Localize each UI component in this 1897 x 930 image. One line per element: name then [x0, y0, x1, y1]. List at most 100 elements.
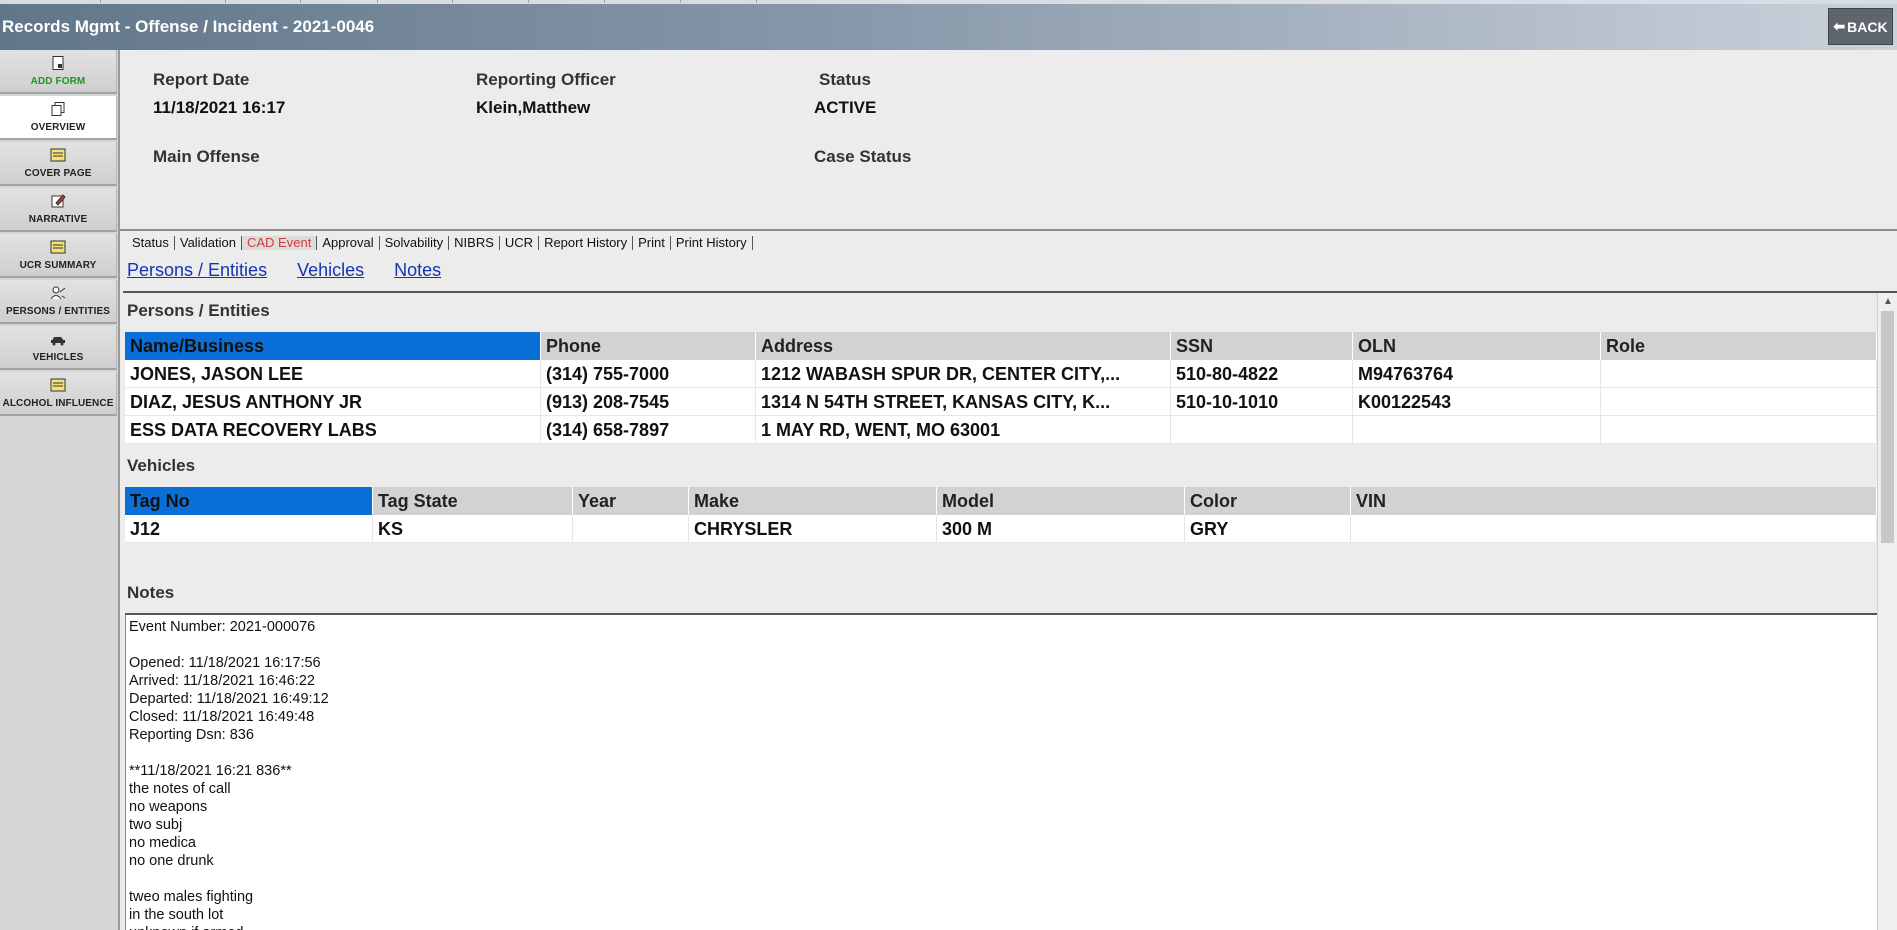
- sidebar-item-label: NARRATIVE: [28, 213, 88, 225]
- cell-name: JONES, JASON LEE: [125, 360, 541, 388]
- cell-address: 1 MAY RD, WENT, MO 63001: [756, 416, 1171, 444]
- link-persons-entities[interactable]: Persons / Entities: [127, 260, 267, 281]
- notes-text[interactable]: Event Number: 2021-000076 Opened: 11/18/…: [125, 613, 1877, 930]
- cell-phone: (314) 755-7000: [541, 360, 756, 388]
- sidebar-item-label: PERSONS / ENTITIES: [5, 305, 111, 317]
- sidebar-item-ucr-summary[interactable]: UCR SUMMARY: [0, 234, 117, 278]
- col-address[interactable]: Address: [756, 332, 1171, 360]
- cell-tag-no: J12: [125, 515, 373, 543]
- vehicles-section-title: Vehicles: [127, 456, 196, 475]
- col-tag-no[interactable]: Tag No: [125, 487, 373, 515]
- cell-oln: K00122543: [1353, 388, 1601, 416]
- tab-nibrs[interactable]: NIBRS: [449, 236, 500, 250]
- cell-model: 300 M: [937, 515, 1185, 543]
- app-window: Records Mgmt - Offense / Incident - 2021…: [0, 0, 1897, 930]
- ucr-summary-icon: [50, 240, 66, 253]
- notes-section-title: Notes: [127, 583, 175, 602]
- status-label: Status: [819, 70, 871, 89]
- main-offense-label: Main Offense: [153, 147, 260, 166]
- sidebar-item-label: OVERVIEW: [30, 121, 86, 133]
- narrative-icon: [51, 193, 66, 207]
- col-year[interactable]: Year: [573, 487, 689, 515]
- col-oln[interactable]: OLN: [1353, 332, 1601, 360]
- back-button-label: BACK: [1847, 18, 1888, 35]
- table-row[interactable]: DIAZ, JESUS ANTHONY JR (913) 208-7545 13…: [125, 388, 1877, 416]
- overview-icon: [51, 101, 65, 116]
- col-make[interactable]: Make: [689, 487, 937, 515]
- status-value: ACTIVE: [814, 98, 877, 117]
- sidebar-item-alcohol-influence[interactable]: ALCOHOL INFLUENCE: [0, 372, 117, 416]
- cell-oln: M94763764: [1353, 360, 1601, 388]
- tab-solvability[interactable]: Solvability: [380, 236, 450, 250]
- content-panel: Persons / Entities Name/Business Phone A…: [123, 293, 1877, 930]
- scroll-up-icon[interactable]: ▲: [1883, 296, 1893, 307]
- col-tag-state[interactable]: Tag State: [373, 487, 573, 515]
- table-row[interactable]: ESS DATA RECOVERY LABS (314) 658-7897 1 …: [125, 416, 1877, 444]
- sidebar-item-vehicles[interactable]: VEHICLES: [0, 326, 117, 370]
- sidebar-item-cover-page[interactable]: COVER PAGE: [0, 142, 117, 186]
- scrollbar-thumb[interactable]: [1881, 311, 1894, 543]
- sidebar-item-label: ALCOHOL INFLUENCE: [2, 397, 114, 409]
- tab-cad-event[interactable]: CAD Event: [242, 236, 318, 250]
- link-vehicles[interactable]: Vehicles: [297, 260, 364, 281]
- cell-address: 1314 N 54TH STREET, KANSAS CITY, K...: [756, 388, 1171, 416]
- cell-name: ESS DATA RECOVERY LABS: [125, 416, 541, 444]
- col-role[interactable]: Role: [1601, 332, 1877, 360]
- cell-role: [1601, 416, 1877, 444]
- sidebar-item-add-form[interactable]: ADD FORM: [0, 50, 117, 94]
- reporting-officer-label: Reporting Officer: [476, 70, 616, 89]
- report-date-value: 11/18/2021 16:17: [153, 98, 286, 117]
- sidebar-item-overview[interactable]: OVERVIEW: [0, 96, 117, 140]
- cell-phone: (314) 658-7897: [541, 416, 756, 444]
- vertical-scrollbar[interactable]: ▲: [1877, 293, 1897, 930]
- col-phone[interactable]: Phone: [541, 332, 756, 360]
- sidebar-item-label: ADD FORM: [30, 75, 86, 87]
- section-links: Persons / Entities Vehicles Notes: [127, 260, 441, 281]
- tab-approval[interactable]: Approval: [317, 236, 380, 250]
- back-button[interactable]: ⬅ BACK: [1828, 8, 1893, 45]
- persons-icon: [50, 286, 66, 299]
- tab-print[interactable]: Print: [633, 236, 671, 250]
- persons-table-header: Name/Business Phone Address SSN OLN Role: [125, 332, 1877, 360]
- col-color[interactable]: Color: [1185, 487, 1351, 515]
- col-model[interactable]: Model: [937, 487, 1185, 515]
- cell-vin: [1351, 515, 1877, 543]
- cell-tag-state: KS: [373, 515, 573, 543]
- case-status-label: Case Status: [814, 147, 912, 166]
- cell-role: [1601, 388, 1877, 416]
- report-header: Report Date 11/18/2021 16:17 Reporting O…: [120, 50, 1897, 231]
- tab-ucr[interactable]: UCR: [500, 236, 540, 250]
- cell-oln: [1353, 416, 1601, 444]
- cell-ssn: 510-80-4822: [1171, 360, 1353, 388]
- app-title: Records Mgmt - Offense / Incident - 2021…: [2, 17, 375, 36]
- col-vin[interactable]: VIN: [1351, 487, 1877, 515]
- cell-year: [573, 515, 689, 543]
- cell-address: 1212 WABASH SPUR DR, CENTER CITY,...: [756, 360, 1171, 388]
- sidebar-item-persons-entities[interactable]: PERSONS / ENTITIES: [0, 280, 117, 324]
- col-ssn[interactable]: SSN: [1171, 332, 1353, 360]
- col-name-business[interactable]: Name/Business: [125, 332, 541, 360]
- alcohol-icon: [50, 378, 66, 391]
- table-row[interactable]: JONES, JASON LEE (314) 755-7000 1212 WAB…: [125, 360, 1877, 388]
- link-notes[interactable]: Notes: [394, 260, 441, 281]
- sidebar-item-narrative[interactable]: NARRATIVE: [0, 188, 117, 232]
- cell-phone: (913) 208-7545: [541, 388, 756, 416]
- cell-color: GRY: [1185, 515, 1351, 543]
- tab-report-history[interactable]: Report History: [539, 236, 634, 250]
- tab-bar: Status Validation CAD Event Approval Sol…: [127, 233, 753, 253]
- tab-status[interactable]: Status: [127, 236, 175, 250]
- add-form-icon: [52, 55, 64, 70]
- report-date-label: Report Date: [153, 70, 250, 89]
- sidebar-item-label: UCR SUMMARY: [19, 259, 97, 271]
- tab-validation[interactable]: Validation: [175, 236, 242, 250]
- tab-print-history[interactable]: Print History: [671, 236, 753, 250]
- table-row[interactable]: J12 KS CHRYSLER 300 M GRY: [125, 515, 1877, 543]
- vehicles-table-header: Tag No Tag State Year Make Model Color V…: [125, 487, 1877, 515]
- cover-page-icon: [50, 148, 66, 161]
- vehicle-icon: [51, 336, 65, 345]
- sidebar-item-label: VEHICLES: [32, 351, 84, 363]
- cell-ssn: [1171, 416, 1353, 444]
- title-bar: Records Mgmt - Offense / Incident - 2021…: [0, 4, 1897, 50]
- back-arrow-icon: ⬅: [1833, 18, 1846, 34]
- persons-section-title: Persons / Entities: [127, 301, 270, 320]
